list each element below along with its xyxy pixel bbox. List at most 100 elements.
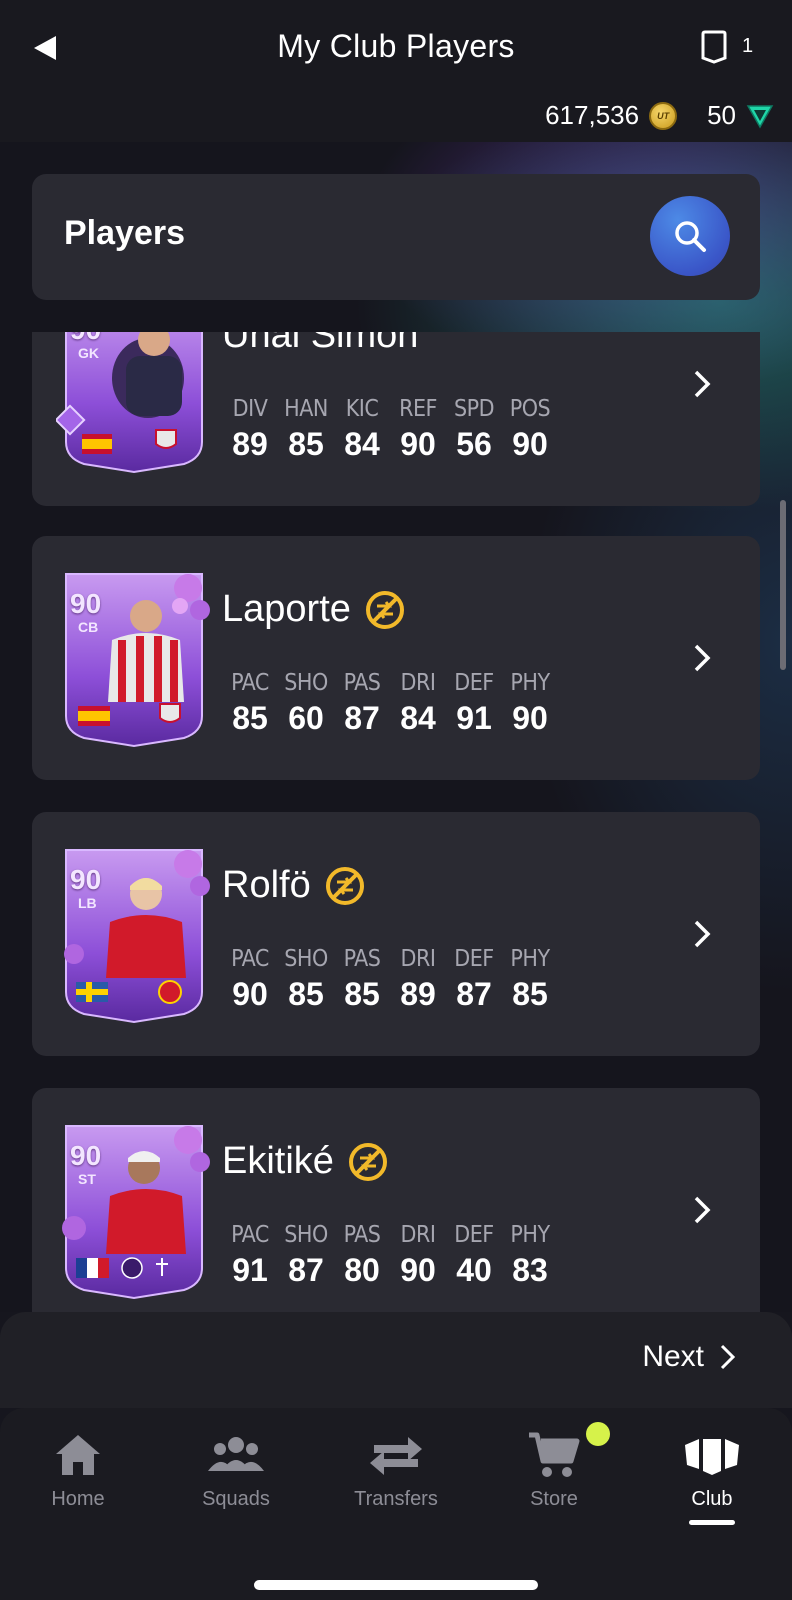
fc-points-icon: [746, 104, 774, 129]
stat-values: 89 85 84 90 56 90: [222, 426, 558, 463]
card-position: CB: [78, 619, 99, 635]
chevron-right-icon[interactable]: [688, 1192, 716, 1228]
chevron-right-icon[interactable]: [688, 366, 716, 402]
stat-labels: DIV HAN KIC REF SPD POS: [222, 396, 558, 422]
stat-label: PAC: [231, 946, 269, 972]
nav-label: Store: [530, 1488, 578, 1510]
nav-label: Club: [691, 1488, 733, 1510]
player-row[interactable]: 90 ST Ekitiké PAC SHO PAS DRI DEF PHY 91…: [32, 1088, 760, 1312]
stat-value: 56: [456, 426, 492, 462]
player-row[interactable]: 90 LB Rolfö PAC SHO PAS DRI DEF PHY 90 8…: [32, 812, 760, 1056]
card-position: LB: [78, 895, 97, 911]
active-tab-indicator: [689, 1520, 735, 1525]
nav-label: Home: [51, 1488, 105, 1510]
stat-value: 89: [400, 976, 436, 1012]
transfers-icon: [370, 1437, 422, 1475]
nav-squads[interactable]: Squads: [166, 1430, 306, 1511]
player-row[interactable]: 90 GK Unai Simón DIV HAN KIC REF SPD POS…: [32, 332, 760, 506]
player-card-image: 90 LB: [56, 842, 212, 1024]
squads-icon: [208, 1437, 264, 1471]
stat-label: PAS: [343, 1222, 381, 1248]
player-card-image: 90 CB: [56, 566, 212, 748]
card-rating: 90: [70, 864, 102, 895]
nav-label: Transfers: [354, 1488, 438, 1510]
store-notification-dot: [586, 1422, 610, 1446]
stat-value: 83: [512, 1252, 548, 1288]
untradeable-icon: [348, 1142, 387, 1181]
stat-value: 87: [456, 976, 492, 1012]
card-position: ST: [78, 1171, 96, 1187]
stat-value: 90: [512, 426, 548, 462]
chevron-right-icon[interactable]: [688, 916, 716, 952]
bottom-navigation: Home Squads Transfers Store Club: [0, 1408, 792, 1600]
stat-label: DEF: [454, 1222, 494, 1248]
player-card-image: 90 ST: [56, 1118, 212, 1300]
home-indicator[interactable]: [254, 1580, 538, 1590]
player-name-text: Unai Simón: [222, 332, 419, 356]
stat-value: 85: [512, 976, 548, 1012]
search-icon: [675, 221, 706, 252]
stat-label: REF: [399, 396, 437, 422]
player-name-text: Laporte: [222, 588, 351, 630]
player-name: Unai Simón: [222, 332, 418, 357]
players-header-panel: Players: [32, 174, 760, 300]
stat-label: PAC: [231, 1222, 269, 1248]
home-icon: [56, 1435, 100, 1475]
stat-value: 87: [344, 700, 380, 736]
card-rating: 90: [70, 1140, 102, 1171]
chevron-right-icon: [720, 1344, 736, 1370]
player-name: Laporte: [222, 588, 405, 631]
stat-value: 80: [344, 1252, 380, 1288]
search-button[interactable]: [650, 196, 730, 276]
next-button[interactable]: Next: [642, 1340, 738, 1374]
player-name: Ekitiké: [222, 1140, 388, 1183]
top-bar: My Club Players 1 617,536 UT 50: [0, 0, 792, 142]
stat-value: 90: [400, 1252, 436, 1288]
stat-value: 90: [232, 976, 268, 1012]
players-heading: Players: [64, 214, 185, 252]
nav-transfers[interactable]: Transfers: [326, 1430, 466, 1511]
stat-label: HAN: [284, 396, 328, 422]
untradeable-icon: [325, 866, 364, 905]
stat-label: DRI: [400, 670, 436, 696]
stat-label: PAS: [343, 670, 381, 696]
stat-value: 85: [288, 976, 324, 1012]
player-row[interactable]: 90 CB Laporte PAC SHO PAS DRI DEF PHY 85…: [32, 536, 760, 780]
stat-value: 85: [344, 976, 380, 1012]
stat-value: 84: [400, 700, 436, 736]
player-card-image: 90 GK: [54, 332, 212, 474]
stat-value: 91: [232, 1252, 268, 1288]
stat-labels: PAC SHO PAS DRI DEF PHY: [222, 946, 558, 972]
stat-label: DEF: [454, 670, 494, 696]
stat-value: 87: [288, 1252, 324, 1288]
stat-value: 89: [232, 426, 268, 462]
stat-label: SPD: [453, 396, 495, 422]
next-label: Next: [642, 1340, 704, 1373]
player-name-text: Rolfö: [222, 864, 311, 906]
stat-label: KIC: [345, 396, 379, 422]
nav-label: Squads: [202, 1488, 270, 1510]
stat-label: POS: [509, 396, 551, 422]
stat-label: PHY: [510, 670, 550, 696]
stat-label: DIV: [232, 396, 268, 422]
stat-labels: PAC SHO PAS DRI DEF PHY: [222, 670, 558, 696]
card-position: GK: [78, 345, 99, 361]
pack-count: 1: [742, 34, 754, 57]
unassigned-pack-button[interactable]: 1: [700, 26, 753, 66]
stat-label: SHO: [284, 946, 328, 972]
stat-label: PAC: [231, 670, 269, 696]
stat-value: 91: [456, 700, 492, 736]
points-amount: 50: [707, 100, 736, 130]
chevron-right-icon[interactable]: [688, 640, 716, 676]
card-rating: 90: [70, 588, 102, 619]
nav-club[interactable]: Club: [642, 1430, 782, 1511]
stat-label: PAS: [343, 946, 381, 972]
currency-display: 617,536 UT 50: [545, 100, 774, 131]
cart-icon: [529, 1432, 580, 1477]
player-list[interactable]: 90 GK Unai Simón DIV HAN KIC REF SPD POS…: [0, 332, 792, 1312]
pagination-bar: Next: [0, 1312, 792, 1408]
scrollbar[interactable]: [780, 500, 786, 670]
coins-amount: 617,536: [545, 100, 640, 130]
nav-home[interactable]: Home: [8, 1430, 148, 1511]
stat-label: PHY: [510, 946, 550, 972]
